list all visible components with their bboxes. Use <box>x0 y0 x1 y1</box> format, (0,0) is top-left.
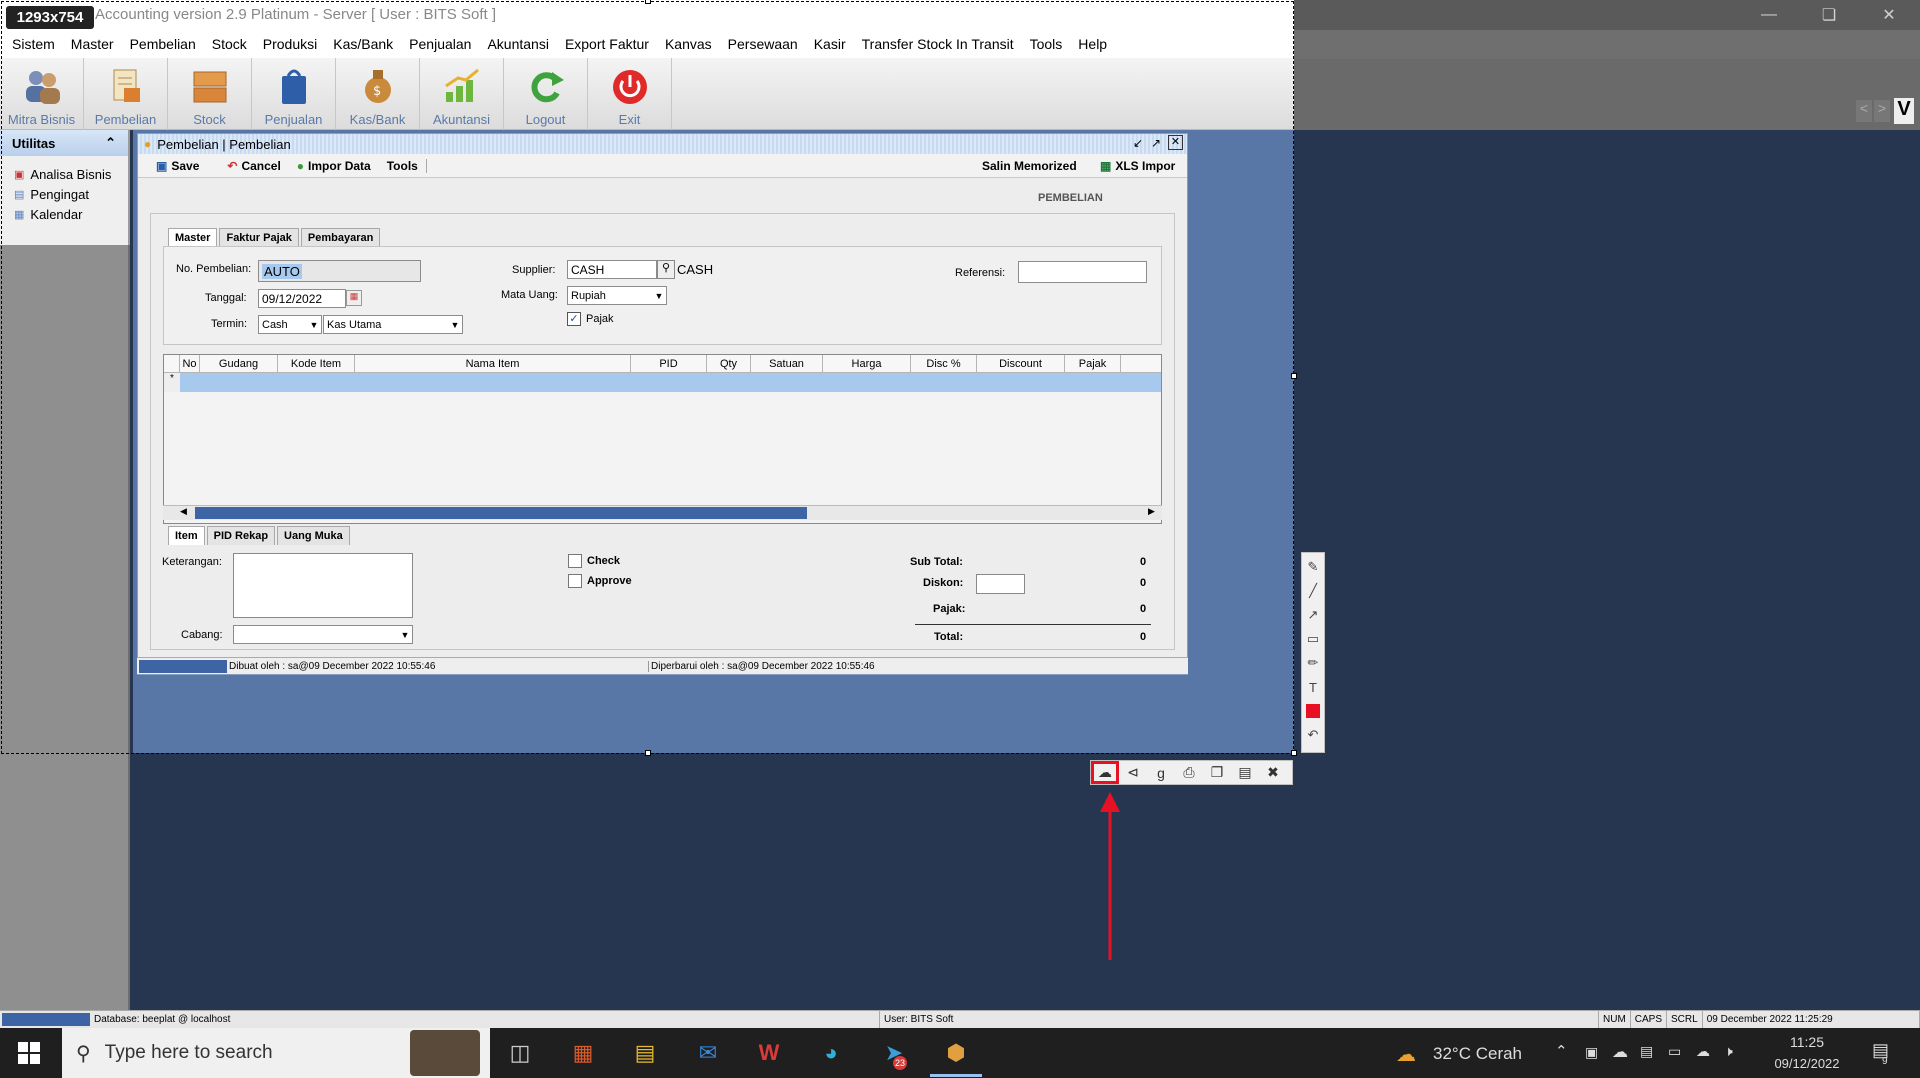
mail-icon[interactable]: ✉ <box>691 1036 725 1070</box>
annotation-tools: ✎ ╱ ↗ ▭ ✏ T ↶ <box>1301 552 1325 753</box>
marker-icon[interactable]: ✏ <box>1304 654 1322 672</box>
num-indicator: NUM <box>1599 1011 1631 1028</box>
search-icon: ⚲ <box>76 1042 91 1065</box>
notification-count: 9 <box>1882 1056 1888 1067</box>
google-search-icon[interactable]: g <box>1147 761 1175 784</box>
save-icon[interactable]: ▤ <box>1231 761 1259 784</box>
scrl-indicator: SCRL <box>1667 1011 1703 1028</box>
nav-v-button[interactable]: V <box>1894 98 1914 124</box>
file-explorer-icon[interactable]: ▤ <box>628 1036 662 1070</box>
share-icon[interactable]: ⊲ <box>1119 761 1147 784</box>
notification-badge: 23 <box>893 1056 907 1070</box>
line-icon[interactable]: ╱ <box>1304 582 1322 600</box>
resize-handle-top[interactable] <box>645 0 651 4</box>
annotation-arrow <box>1100 792 1120 960</box>
wps-office-icon[interactable]: W <box>752 1036 786 1070</box>
copy-icon[interactable]: ❐ <box>1203 761 1231 784</box>
weather-icon[interactable]: ☁ <box>1396 1042 1416 1067</box>
store-icon[interactable]: ▦ <box>566 1036 600 1070</box>
minimize-icon[interactable]: — <box>1746 0 1792 30</box>
meet-now-icon[interactable]: ▣ <box>1585 1044 1598 1061</box>
toolbar-right <box>1294 59 1920 130</box>
clock-time[interactable]: 11:25 <box>1770 1034 1844 1050</box>
active-app-indicator <box>930 1074 982 1077</box>
clock-date[interactable]: 09/12/2022 <box>1757 1056 1857 1071</box>
close-icon[interactable]: ✖ <box>1259 761 1287 784</box>
onedrive-icon[interactable]: ☁ <box>1612 1042 1628 1062</box>
close-icon[interactable]: ✕ <box>1866 0 1912 30</box>
pencil-icon[interactable]: ✎ <box>1304 558 1322 576</box>
search-highlight-image <box>410 1030 480 1076</box>
search-placeholder: Type here to search <box>104 1042 273 1063</box>
task-view-icon[interactable]: ◫ <box>503 1036 537 1070</box>
restore-icon[interactable]: ❏ <box>1806 0 1852 30</box>
user-status: User: BITS Soft <box>880 1011 1599 1028</box>
undo-icon[interactable]: ↶ <box>1304 726 1322 744</box>
selection-rectangle[interactable] <box>1 1 1294 754</box>
resize-handle-right[interactable] <box>1291 373 1297 379</box>
windows-start-icon[interactable] <box>18 1042 40 1064</box>
volume-muted-icon[interactable]: 🕨 <box>1724 1043 1733 1060</box>
wifi-icon[interactable]: ☁ <box>1696 1043 1710 1060</box>
mdi-background-dim <box>1294 130 1920 1010</box>
resize-handle-corner[interactable] <box>1291 750 1297 756</box>
capture-actions: ☁ ⊲ g ⎙ ❐ ▤ ✖ <box>1090 760 1293 785</box>
accounting-app-icon[interactable]: ⬢ <box>939 1036 973 1070</box>
caps-indicator: CAPS <box>1631 1011 1668 1028</box>
database-status: Database: beeplat @ localhost <box>90 1011 880 1028</box>
rectangle-icon[interactable]: ▭ <box>1304 630 1322 648</box>
print-icon[interactable]: ⎙ <box>1175 761 1203 784</box>
menubar-right <box>1294 30 1920 59</box>
show-hidden-icons[interactable]: ⌃ <box>1555 1042 1568 1060</box>
weather-text[interactable]: 32°C Cerah <box>1433 1044 1522 1064</box>
device-icon[interactable]: ▤ <box>1640 1043 1653 1060</box>
resize-handle-bottom[interactable] <box>645 750 651 756</box>
datetime-status: 09 December 2022 11:25:29 <box>1703 1011 1920 1028</box>
cloud-upload-icon[interactable]: ☁ <box>1091 761 1119 784</box>
nav-prev-button[interactable]: < <box>1856 100 1872 122</box>
app-statusbar: Database: beeplat @ localhost User: BITS… <box>0 1010 1920 1028</box>
statusbar-progress <box>2 1013 90 1026</box>
arrow-icon[interactable]: ↗ <box>1304 606 1322 624</box>
color-swatch[interactable] <box>1304 702 1322 720</box>
edge-icon[interactable]: ◕ <box>814 1036 848 1070</box>
battery-icon[interactable]: ▭ <box>1668 1043 1681 1060</box>
text-icon[interactable]: T <box>1304 678 1322 696</box>
nav-next-button[interactable]: > <box>1874 100 1890 122</box>
selection-size-badge: 1293x754 <box>6 6 94 29</box>
